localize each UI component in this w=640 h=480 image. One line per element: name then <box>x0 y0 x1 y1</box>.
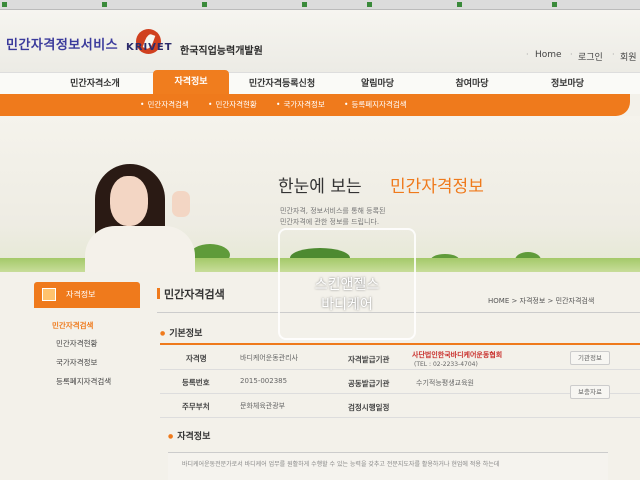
sidebar-item-national[interactable]: 국가자격정보 <box>56 357 97 368</box>
basic-info-table: 자격명 바디케어운동관리사 자격발급기관 사단법인한국바디케어운동협회 (TEL… <box>160 343 640 419</box>
sidebar-title: 자격정보 <box>66 290 96 299</box>
org-name: 한국직업능력개발원 <box>180 46 263 57</box>
table-divider <box>160 417 640 418</box>
model-hand <box>172 191 190 217</box>
krivet-wordmark: KRIVET <box>126 42 173 53</box>
subnav-item-status[interactable]: 민간자격현황 <box>208 94 256 116</box>
issuer-label: 자격발급기관 <box>348 355 390 364</box>
ministry-value: 문화체육관광부 <box>240 402 286 410</box>
subnav-item-search[interactable]: 민간자격검색 <box>140 94 188 116</box>
browser-tab[interactable] <box>550 0 640 9</box>
table-divider <box>160 393 640 394</box>
qualification-description-box: 바디케어운동전문가로서 바디케어 업무를 원활하게 수행할 수 있는 능력을 갖… <box>168 452 608 480</box>
subnav-item-national[interactable]: 국가자격정보 <box>276 94 324 116</box>
sub-nav: 민간자격검색 민간자격현황 국가자격정보 등록폐지자격검색 <box>0 94 630 116</box>
registration-number-label: 등록번호 <box>182 378 210 387</box>
more-info-button[interactable]: 보충자료 <box>570 385 610 399</box>
browser-tab[interactable] <box>365 0 450 9</box>
site-header: 민간자격정보서비스 KRIVET 한국직업능력개발원 · Home · 로그인 … <box>0 10 640 72</box>
qualification-info-heading: 자격정보 <box>168 429 210 442</box>
co-issuer-value: 수기적능평생교육원 <box>416 379 474 387</box>
sidebar-header: 자격정보 <box>34 282 140 308</box>
browser-tab[interactable] <box>455 0 545 9</box>
util-separator: · <box>612 50 615 59</box>
main-nav: 민간자격소개 자격정보 민간자격등록신청 알림마당 참여마당 정보마당 <box>0 70 640 95</box>
exam-schedule-label: 검정시행일정 <box>348 403 390 412</box>
model-body <box>85 226 195 272</box>
hero-description: 민간자격에 관한 정보를 드립니다. <box>280 218 380 226</box>
nav-item-notice[interactable]: 알림마당 <box>340 73 415 95</box>
sidebar: 자격정보 민간자격검색 민간자격현황 국가자격정보 등록폐지자격검색 <box>34 282 140 392</box>
site-title[interactable]: 민간자격정보서비스 <box>6 34 118 53</box>
co-issuer-label: 공동발급기관 <box>348 379 390 388</box>
hero-description: 민간자격, 정보서비스를 통해 등록된 <box>280 207 386 215</box>
table-divider <box>160 369 640 370</box>
issuer-phone: (TEL : 02-2233-4704) <box>414 361 478 368</box>
sidebar-item-revoked[interactable]: 등록폐지자격검색 <box>56 376 111 387</box>
issuer-value[interactable]: 사단법인한국바디케어운동협회 <box>412 350 502 360</box>
browser-tab[interactable] <box>300 0 360 9</box>
model-face <box>110 176 148 226</box>
browser-tab[interactable] <box>200 0 295 9</box>
nav-item-participation[interactable]: 참여마당 <box>432 73 512 95</box>
util-separator: · <box>526 50 529 59</box>
sidebar-item-search[interactable]: 민간자격검색 <box>52 320 93 331</box>
ministry-label: 주무부처 <box>182 402 210 411</box>
util-separator: · <box>570 50 573 59</box>
breadcrumb: HOME > 자격정보 > 민간자격검색 <box>488 297 595 305</box>
nav-item-registration[interactable]: 민간자격등록신청 <box>232 73 332 95</box>
basic-info-heading: 기본정보 <box>160 326 202 339</box>
browser-tab-strip <box>0 0 640 10</box>
hero-highlight: 민간자격정보 <box>390 177 484 197</box>
sidebar-item-status[interactable]: 민간자격현황 <box>56 338 97 349</box>
home-link[interactable]: Home <box>535 50 562 60</box>
nav-item-intro[interactable]: 민간자격소개 <box>40 73 150 95</box>
member-link[interactable]: 회원 <box>620 50 637 63</box>
qualification-name-value: 바디케어운동관리사 <box>240 354 298 362</box>
watermark-stamp: 스킨앤젤스 바디케어 <box>278 228 416 340</box>
folder-icon <box>42 288 56 301</box>
login-link[interactable]: 로그인 <box>578 50 603 63</box>
nav-item-info[interactable]: 정보마당 <box>530 73 605 95</box>
hero-title: 한눈에 보는 <box>278 177 362 197</box>
watermark-text: 스킨앤젤스 <box>314 277 380 293</box>
subnav-item-revoked[interactable]: 등록폐지자격검색 <box>344 94 406 116</box>
watermark-text: 바디케어 <box>321 297 373 313</box>
nav-item-qualification-info[interactable]: 자격정보 <box>153 70 229 95</box>
qualification-description: 바디케어운동전문가로서 바디케어 업무를 원활하게 수행할 수 있는 능력을 갖… <box>182 461 500 468</box>
registration-number-value: 2015-002385 <box>240 377 288 385</box>
browser-tab[interactable] <box>100 0 195 9</box>
page-title: 민간자격검색 <box>157 286 225 302</box>
browser-tab[interactable] <box>0 0 95 9</box>
org-info-button[interactable]: 기관정보 <box>570 351 610 365</box>
qualification-name-label: 자격명 <box>186 354 207 363</box>
